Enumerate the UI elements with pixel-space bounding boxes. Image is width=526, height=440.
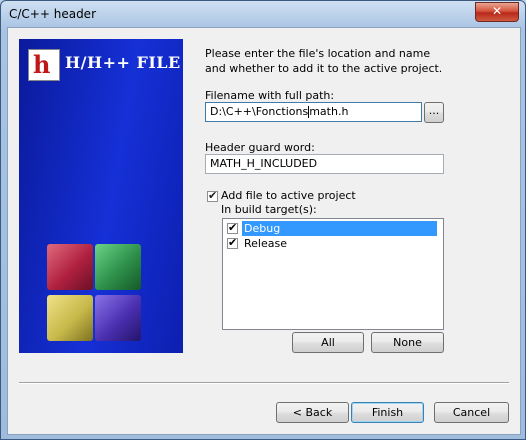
dialog-window: C/C++ header ✕ h H/H++ FILE Please enter…: [0, 0, 526, 440]
debug-checkbox[interactable]: ✔: [227, 221, 238, 234]
back-button[interactable]: < Back: [276, 402, 349, 423]
intro-text: Please enter the file's location and nam…: [205, 47, 443, 75]
guard-label: Header guard word:: [205, 141, 315, 154]
add-to-project-checkbox[interactable]: ✔: [207, 189, 218, 202]
finish-button[interactable]: Finish: [351, 402, 424, 423]
check-icon: ✔: [228, 236, 238, 249]
check-icon: ✔: [208, 189, 218, 202]
browse-button-label: ...: [428, 104, 440, 117]
dialog-client-area: h H/H++ FILE Please enter the file's loc…: [7, 27, 521, 435]
guard-word-value: MATH_H_INCLUDED: [210, 157, 318, 170]
wizard-banner: h H/H++ FILE: [19, 39, 183, 353]
header-file-logo: h: [28, 49, 60, 81]
none-button[interactable]: None: [371, 332, 444, 353]
filename-value-part1: D:\C++\Fonctions: [210, 105, 309, 118]
cube-red: [47, 244, 93, 290]
filename-field[interactable]: D:\C++\Fonctionsmath.h: [205, 102, 422, 122]
filename-value-part2: math.h: [309, 105, 349, 118]
release-checkbox[interactable]: ✔: [227, 236, 238, 249]
check-icon: ✔: [228, 221, 238, 234]
list-item-debug[interactable]: ✔ Debug: [225, 221, 441, 236]
release-label: Release: [244, 237, 287, 250]
none-button-label: None: [393, 336, 422, 349]
banner-title: H/H++ FILE: [65, 53, 181, 72]
close-button[interactable]: ✕: [475, 2, 519, 22]
cube-green: [95, 244, 141, 290]
window-title: C/C++ header: [9, 7, 96, 21]
list-item-release[interactable]: ✔ Release: [225, 236, 441, 251]
filename-label: Filename with full path:: [205, 89, 335, 102]
build-targets-list[interactable]: ✔ Debug ✔ Release: [222, 218, 444, 330]
cancel-button-label: Cancel: [452, 406, 491, 419]
cube-yellow: [47, 295, 93, 341]
cube-purple: [95, 295, 141, 341]
build-targets-label: In build target(s):: [221, 203, 317, 216]
all-button-label: All: [321, 336, 335, 349]
finish-button-label: Finish: [371, 406, 404, 419]
add-to-project-label[interactable]: Add file to active project: [221, 189, 356, 202]
browse-button[interactable]: ...: [424, 102, 444, 123]
back-button-label: < Back: [292, 406, 333, 419]
cancel-button[interactable]: Cancel: [434, 402, 509, 423]
all-button[interactable]: All: [292, 332, 364, 353]
logo-letter: h: [33, 50, 51, 79]
footer-separator: [19, 382, 509, 384]
guard-word-field[interactable]: MATH_H_INCLUDED: [205, 154, 444, 174]
close-icon: ✕: [491, 4, 503, 18]
debug-label: Debug: [242, 221, 437, 236]
title-bar[interactable]: C/C++ header ✕: [1, 1, 525, 27]
